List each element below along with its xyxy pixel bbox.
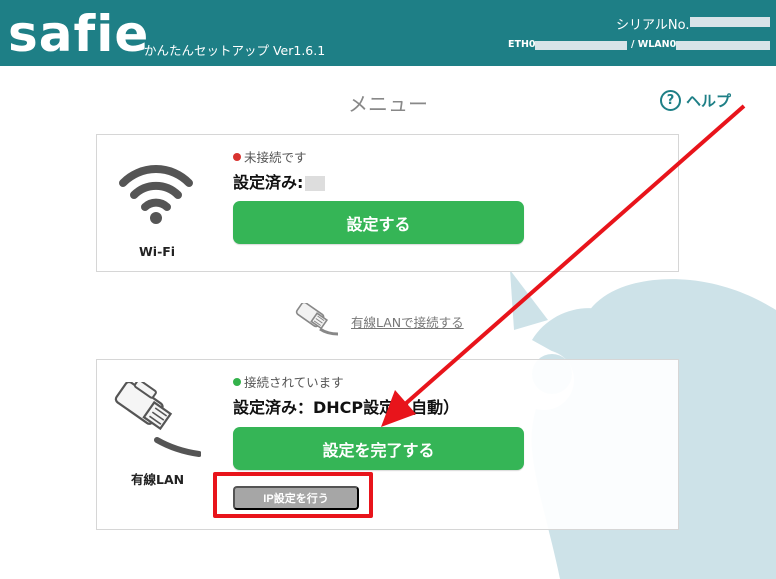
wifi-icon [119,165,193,224]
lan-cable-icon [295,303,339,336]
app-header: safie かんたんセットアップ Ver1.6.1 シリアルNo. ETH0 /… [0,0,776,66]
eth-label: ETH0 [508,39,536,50]
eth-value-redacted [535,41,627,50]
lan-status-text: 接続されています [244,375,344,390]
lan-configured-text: 設定済み：DHCP設定（自動） [233,398,460,417]
wifi-device-label: Wi-Fi [139,244,176,259]
lan-status: 接続されています [233,372,344,391]
lan-cable-icon [114,382,201,457]
app-subtitle: かんたんセットアップ Ver1.6.1 [144,43,326,58]
safie-logo: safie [8,5,150,63]
wifi-card: Wi-Fi 未接続です 設定済み: 設定する [96,134,679,272]
wifi-status-text: 未接続です [244,150,307,165]
highlight-box [213,472,373,518]
wlan-value-redacted [676,41,770,50]
lan-device-label: 有線LAN [131,472,185,487]
status-dot-green [233,377,241,386]
serial-value-redacted [690,17,770,27]
lan-card: 有線LAN 接続されています 設定済み：DHCP設定（自動） 設定を完了する I… [96,359,679,530]
ssid-redacted [305,176,326,191]
wifi-configured-text: 設定済み: [233,169,326,193]
page-title: メニュー [348,92,428,116]
complete-setup-button[interactable]: 設定を完了する [233,427,524,470]
wired-lan-connect-link[interactable]: 有線LANで接続する [351,312,464,331]
serial-label: シリアルNo. [616,18,690,33]
help-link[interactable]: ? ヘルプ [660,88,731,112]
wifi-status: 未接続です [233,147,307,166]
status-dot-red [233,152,241,161]
wlan-label: / WLAN0 [631,39,677,50]
help-label: ヘルプ [686,91,732,110]
question-circle-icon: ? [660,89,681,111]
wifi-setup-button[interactable]: 設定する [233,201,524,244]
